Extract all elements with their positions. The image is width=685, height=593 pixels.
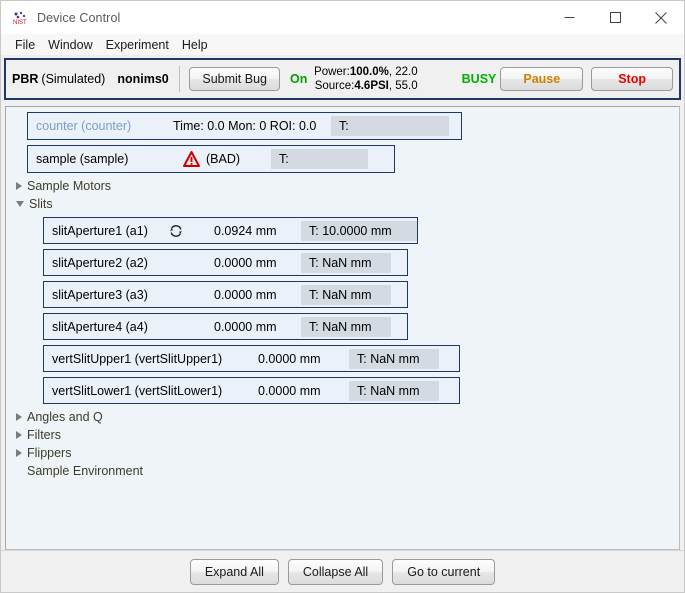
- device-name: slitAperture2 (a2): [52, 255, 148, 270]
- tree-group-slits[interactable]: Slits: [6, 196, 679, 212]
- device-target-field[interactable]: T: NaN mm: [301, 316, 391, 337]
- device-target-field[interactable]: T: NaN mm: [349, 348, 439, 369]
- window-controls: [546, 1, 684, 34]
- device-row-vert-slit-upper-1[interactable]: vertSlitUpper1 (vertSlitUpper1) 0.0000 m…: [43, 345, 460, 372]
- busy-status: BUSY: [461, 72, 497, 86]
- counter-target-field[interactable]: T:: [331, 116, 449, 136]
- chevron-down-icon[interactable]: [16, 201, 24, 207]
- reactor-status-block: Reactor Power:100.0%, 22.0 Cold Source:4…: [315, 65, 417, 94]
- maximize-button[interactable]: [592, 1, 638, 34]
- warning-triangle-icon: [183, 151, 200, 170]
- reactor-power-label: Reactor Power:: [315, 65, 350, 78]
- tree-group-angles-and-q[interactable]: Angles and Q: [6, 409, 679, 425]
- cold-source-line: Cold Source:4.6PSI, 55.0: [315, 79, 417, 93]
- menu-window[interactable]: Window: [42, 37, 98, 53]
- title-bar: NIST Device Control: [1, 1, 684, 34]
- device-row-sample[interactable]: sample (sample) (BAD) T:: [27, 145, 395, 173]
- window-title: Device Control: [37, 10, 121, 25]
- instrument-name: PBR: [12, 72, 39, 86]
- bottom-button-bar: Expand All Collapse All Go to current: [1, 550, 684, 592]
- close-button[interactable]: [638, 1, 684, 34]
- device-value: 0.0000 mm: [258, 351, 321, 366]
- expand-all-button[interactable]: Expand All: [189, 558, 279, 585]
- svg-text:NIST: NIST: [13, 20, 27, 26]
- tree-group-label: Sample Motors: [27, 179, 112, 193]
- submit-bug-button[interactable]: Submit Bug: [189, 67, 280, 91]
- chevron-right-icon[interactable]: [16, 413, 22, 421]
- menu-bar: File Window Experiment Help: [1, 34, 684, 56]
- device-name: slitAperture4 (a4): [52, 319, 148, 334]
- device-value: 0.0000 mm: [258, 383, 321, 398]
- device-target-field[interactable]: T: NaN mm: [349, 380, 439, 401]
- device-value: 0.0924 mm: [214, 223, 277, 238]
- tree-group-label: Filters: [27, 428, 62, 442]
- chevron-right-icon[interactable]: [16, 182, 22, 190]
- device-value: 0.0000 mm: [214, 287, 277, 302]
- toolbar-divider: [178, 66, 180, 92]
- device-target-field[interactable]: T: NaN mm: [301, 252, 391, 273]
- chevron-right-icon[interactable]: [16, 431, 22, 439]
- sample-status: (BAD): [206, 152, 241, 166]
- tree-group-flippers[interactable]: Flippers: [6, 445, 679, 461]
- sample-target-field[interactable]: T:: [271, 149, 368, 169]
- go-to-current-button[interactable]: Go to current: [392, 558, 496, 585]
- menu-file[interactable]: File: [9, 37, 41, 53]
- menu-help[interactable]: Help: [176, 37, 214, 53]
- minimize-button[interactable]: [546, 1, 592, 34]
- nist-logo-icon: NIST: [12, 10, 28, 26]
- pause-button[interactable]: Pause: [500, 67, 584, 91]
- refresh-spin-icon: [168, 223, 184, 242]
- device-control-window: NIST Device Control File Window Experime…: [0, 0, 685, 593]
- status-toolbar: PBR (Simulated) nonims0 Submit Bug On Re…: [4, 58, 681, 100]
- user-name: nonims0: [117, 72, 169, 86]
- device-target-field[interactable]: T: 10.0000 mm: [301, 220, 417, 241]
- device-tree-panel[interactable]: counter (counter) Time: 0.0 Mon: 0 ROI: …: [5, 106, 680, 550]
- counter-name: counter (counter): [36, 119, 132, 133]
- reactor-power-extra: , 22.0: [388, 65, 418, 78]
- sample-name: sample (sample): [36, 152, 129, 166]
- tree-group-sample-environment[interactable]: Sample Environment: [6, 463, 679, 479]
- device-row-slit-aperture-3[interactable]: slitAperture3 (a3) 0.0000 mm T: NaN mm: [43, 281, 408, 308]
- device-value: 0.0000 mm: [214, 255, 277, 270]
- cold-source-label: Cold Source:: [315, 80, 355, 92]
- reactor-power-value: 100.0%: [349, 65, 389, 78]
- power-on-status: On: [289, 72, 308, 86]
- device-row-slit-aperture-1[interactable]: slitAperture1 (a1) 0.0924 mm T: 10.0000 …: [43, 217, 418, 244]
- instrument-simulated-label: (Simulated): [41, 72, 106, 86]
- tree-group-label: Slits: [29, 197, 53, 211]
- cold-source-value: 4.6PSI: [354, 80, 389, 92]
- tree-group-filters[interactable]: Filters: [6, 427, 679, 443]
- device-name: vertSlitLower1 (vertSlitLower1): [52, 383, 223, 398]
- device-name: vertSlitUpper1 (vertSlitUpper1): [52, 351, 223, 366]
- device-row-vert-slit-lower-1[interactable]: vertSlitLower1 (vertSlitLower1) 0.0000 m…: [43, 377, 460, 404]
- tree-group-label: Flippers: [27, 446, 72, 460]
- tree-group-label: Angles and Q: [27, 410, 103, 424]
- tree-group-sample-motors[interactable]: Sample Motors: [6, 178, 679, 194]
- chevron-right-icon[interactable]: [16, 449, 22, 457]
- device-row-counter[interactable]: counter (counter) Time: 0.0 Mon: 0 ROI: …: [27, 112, 462, 140]
- stop-button[interactable]: Stop: [591, 67, 673, 91]
- cold-source-extra: , 55.0: [388, 80, 418, 92]
- device-row-slit-aperture-4[interactable]: slitAperture4 (a4) 0.0000 mm T: NaN mm: [43, 313, 408, 340]
- counter-readout: Time: 0.0 Mon: 0 ROI: 0.0: [173, 119, 317, 133]
- collapse-all-button[interactable]: Collapse All: [287, 558, 384, 585]
- device-name: slitAperture3 (a3): [52, 287, 148, 302]
- tree-group-label: Sample Environment: [27, 464, 144, 478]
- reactor-power-line: Reactor Power:100.0%, 22.0: [315, 65, 417, 79]
- menu-experiment[interactable]: Experiment: [100, 37, 175, 53]
- device-value: 0.0000 mm: [214, 319, 277, 334]
- device-name: slitAperture1 (a1): [52, 223, 148, 238]
- device-target-field[interactable]: T: NaN mm: [301, 284, 391, 305]
- device-row-slit-aperture-2[interactable]: slitAperture2 (a2) 0.0000 mm T: NaN mm: [43, 249, 408, 276]
